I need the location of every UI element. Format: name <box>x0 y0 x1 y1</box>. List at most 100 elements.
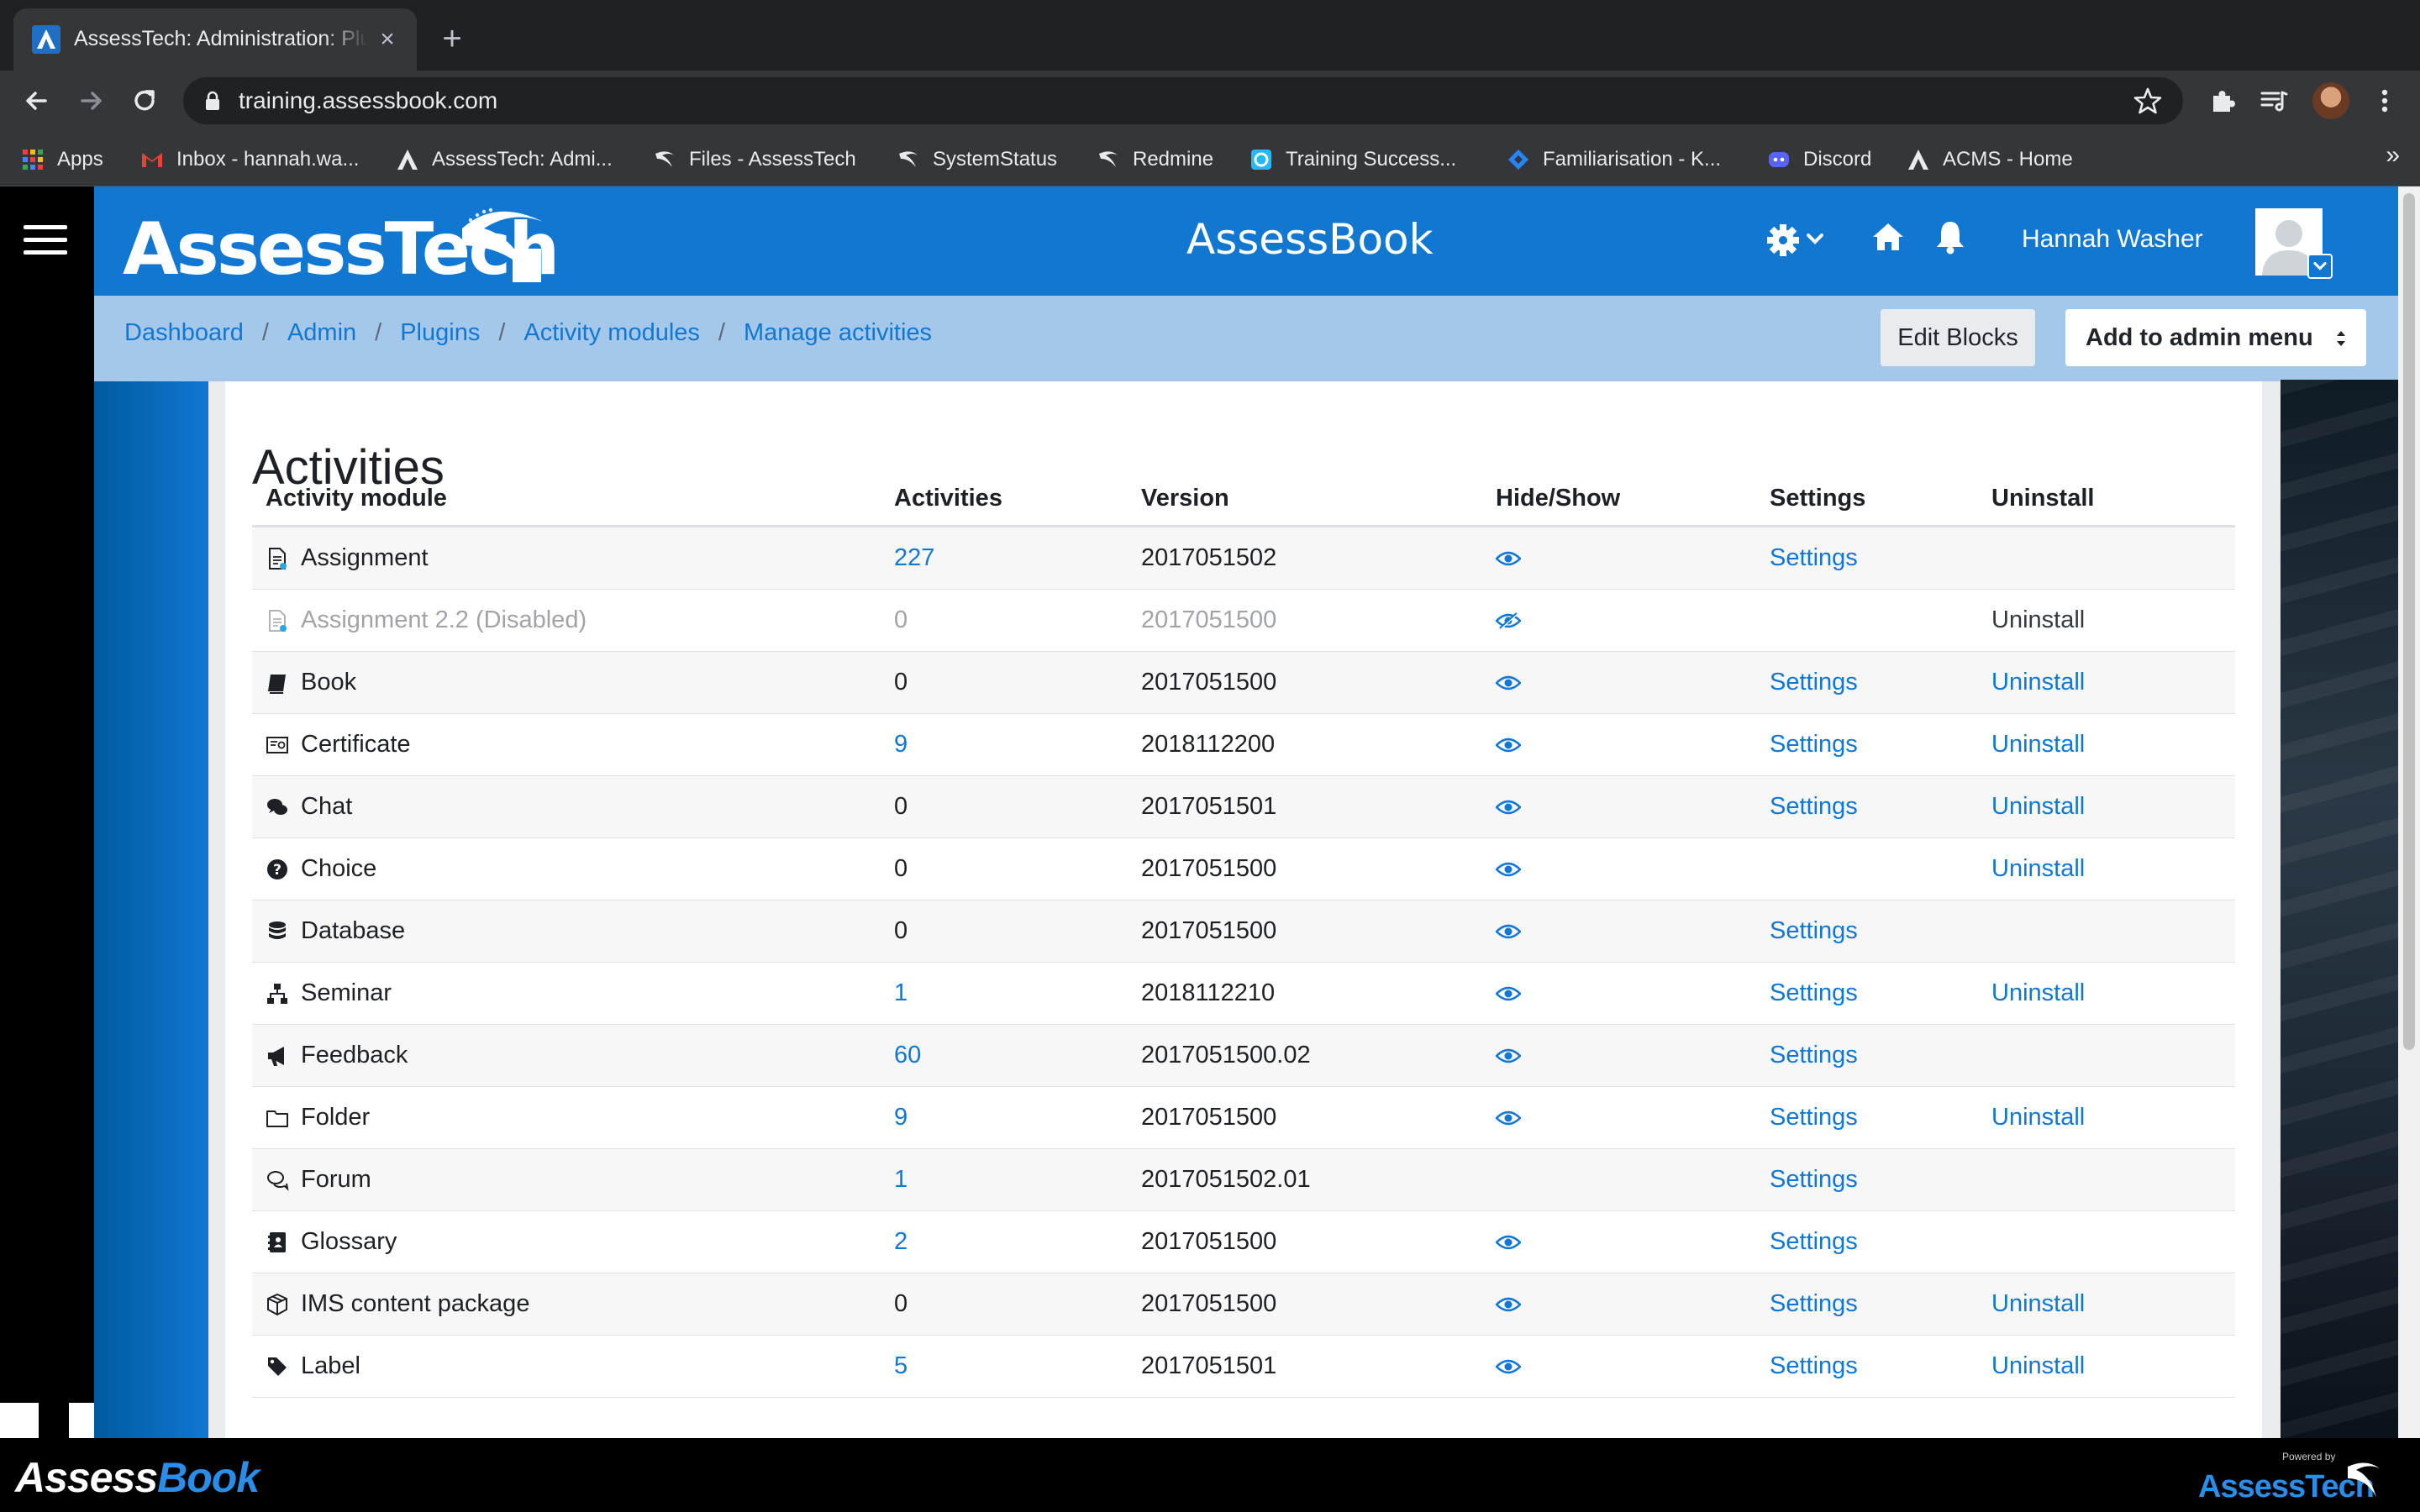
cell-settings: Settings <box>1770 1290 1991 1318</box>
eye-icon[interactable] <box>1496 1233 1521 1252</box>
settings-link[interactable]: Settings <box>1770 731 1858 758</box>
activity-count-link[interactable]: 60 <box>894 1042 921 1068</box>
browser-profile-avatar[interactable] <box>2312 82 2349 119</box>
bookmark-files[interactable]: Files - AssessTech <box>652 143 856 176</box>
browser-tab[interactable]: AssessTech: Administration: Plugins: Act… <box>13 8 417 71</box>
breadcrumb-dashboard[interactable]: Dashboard <box>124 319 244 347</box>
uninstall-link[interactable]: Uninstall <box>1991 793 2085 820</box>
settings-link[interactable]: Settings <box>1770 1042 1858 1068</box>
forward-arrow-icon[interactable] <box>74 84 108 118</box>
activity-count-link[interactable]: 9 <box>894 731 908 758</box>
new-tab-plus-icon[interactable]: + <box>434 20 471 57</box>
col-header-activities[interactable]: Activities <box>894 485 1141 512</box>
settings-link[interactable]: Settings <box>1770 793 1858 820</box>
uninstall-link[interactable]: Uninstall <box>1991 979 2085 1006</box>
settings-link[interactable]: Settings <box>1770 1104 1858 1131</box>
bookmark-training-success[interactable]: Training Success... <box>1249 143 1456 176</box>
bookmarks-bar: Apps Inbox - hannah.wa... AssessTech: Ad… <box>0 131 2420 186</box>
col-header-uninstall[interactable]: Uninstall <box>1991 485 2235 512</box>
uninstall-link[interactable]: Uninstall <box>1991 1352 2085 1379</box>
add-to-admin-menu-select[interactable]: Add to admin menu <box>2065 309 2366 366</box>
activity-count: 0 <box>894 917 908 944</box>
back-arrow-icon[interactable] <box>20 84 54 118</box>
breadcrumb-activity-modules[interactable]: Activity modules <box>523 319 700 347</box>
uninstall-link[interactable]: Uninstall <box>1991 1290 2085 1317</box>
settings-link[interactable]: Settings <box>1770 669 1858 696</box>
home-icon[interactable] <box>1870 220 1906 254</box>
edit-blocks-button[interactable]: Edit Blocks <box>1881 309 2035 366</box>
eye-icon[interactable] <box>1496 984 1521 1003</box>
breadcrumb-manage-activities[interactable]: Manage activities <box>744 319 932 347</box>
settings-link[interactable]: Settings <box>1770 917 1858 944</box>
settings-gear-dropdown-icon[interactable] <box>1766 222 1827 259</box>
bookmarks-overflow-chevron-icon[interactable]: » <box>2386 141 2400 170</box>
scrollbar-thumb[interactable] <box>2403 193 2415 1050</box>
eye-icon[interactable] <box>1496 798 1521 816</box>
bookmark-star-icon[interactable] <box>2131 84 2165 118</box>
hamburger-menu-icon[interactable] <box>24 225 67 259</box>
settings-link[interactable]: Settings <box>1770 1352 1858 1379</box>
col-header-activity-module[interactable]: Activity module <box>252 485 894 512</box>
database-icon <box>269 921 286 939</box>
address-bar[interactable]: training.assessbook.com <box>183 77 2183 124</box>
browser-menu-kebab-icon[interactable] <box>2368 84 2402 118</box>
assesstech-logo[interactable]: AssessTech <box>123 202 560 291</box>
eye-icon[interactable] <box>1496 736 1521 754</box>
address-url[interactable]: training.assessbook.com <box>239 87 497 114</box>
bookmark-assesstech-admin[interactable]: AssessTech: Admi... <box>395 143 613 176</box>
eye-icon[interactable] <box>1496 1047 1521 1065</box>
eye-icon[interactable] <box>1496 1295 1521 1314</box>
eye-icon[interactable] <box>1496 922 1521 941</box>
uninstall-link[interactable]: Uninstall <box>1991 731 2085 758</box>
eye-icon[interactable] <box>1496 860 1521 879</box>
settings-link[interactable]: Settings <box>1770 1228 1858 1255</box>
uninstall-link[interactable]: Uninstall <box>1991 855 2085 882</box>
bookmark-discord[interactable]: Discord <box>1766 143 1871 176</box>
user-name[interactable]: Hannah Washer <box>2022 225 2203 254</box>
bookmark-inbox[interactable]: Inbox - hannah.wa... <box>139 143 359 176</box>
cell-settings: Settings <box>1770 917 1991 945</box>
breadcrumb: Dashboard / Admin / Plugins / Activity m… <box>124 319 932 347</box>
bookmark-acms-home[interactable]: ACMS - Home <box>1906 143 2073 176</box>
settings-link[interactable]: Settings <box>1770 979 1858 1006</box>
content-card: Activities Activity module Activities Ve… <box>225 381 2262 1438</box>
col-header-settings[interactable]: Settings <box>1770 485 1991 512</box>
col-header-hide-show[interactable]: Hide/Show <box>1492 485 1770 512</box>
col-header-version[interactable]: Version <box>1141 485 1492 512</box>
media-queue-icon[interactable] <box>2257 84 2291 118</box>
bookmark-familiarisation[interactable]: Familiarisation - K... <box>1506 143 1721 176</box>
uninstall-link[interactable]: Uninstall <box>1991 1104 2085 1131</box>
settings-link[interactable]: Settings <box>1770 544 1858 571</box>
activity-count-link[interactable]: 1 <box>894 1166 908 1193</box>
uninstall-link[interactable]: Uninstall <box>1991 669 2085 696</box>
table-header-row: Activity module Activities Version Hide/… <box>252 472 2235 528</box>
eye-icon[interactable] <box>1496 1109 1521 1127</box>
bookmark-systemstatus[interactable]: SystemStatus <box>896 143 1057 176</box>
activity-count-link[interactable]: 9 <box>894 1104 908 1131</box>
tab-close-icon[interactable]: × <box>373 25 402 54</box>
bookmark-redmine[interactable]: Redmine <box>1096 143 1213 176</box>
eye-icon[interactable] <box>1496 674 1521 692</box>
extensions-puzzle-icon[interactable] <box>2207 84 2240 118</box>
activity-count-link[interactable]: 1 <box>894 979 908 1006</box>
breadcrumb-admin[interactable]: Admin <box>287 319 356 347</box>
uninstall-link[interactable]: Uninstall <box>1991 606 2085 633</box>
eye-icon[interactable] <box>1496 549 1521 568</box>
reload-icon[interactable] <box>128 84 161 118</box>
activity-count-link[interactable]: 5 <box>894 1352 908 1379</box>
table-row: Assignment 2.2 (Disabled) 0 2017051500 Unin… <box>252 590 2235 652</box>
page-scrollbar[interactable] <box>2398 186 2420 1438</box>
activity-count-link[interactable]: 227 <box>894 544 934 571</box>
user-menu-chevron-down-icon[interactable] <box>2307 254 2333 279</box>
settings-link[interactable]: Settings <box>1770 1290 1858 1317</box>
eye-slash-icon[interactable] <box>1496 612 1521 630</box>
settings-link[interactable]: Settings <box>1770 1166 1858 1193</box>
eye-icon[interactable] <box>1496 1357 1521 1376</box>
activity-count-link[interactable]: 2 <box>894 1228 908 1255</box>
bookmark-apps[interactable]: Apps <box>20 143 103 176</box>
table-row: ? Choice 0 2017051500 Uninstall <box>252 838 2235 900</box>
activity-count: 0 <box>894 606 908 633</box>
notification-bell-icon[interactable] <box>1934 218 1966 255</box>
cell-settings: Settings <box>1770 544 1991 572</box>
breadcrumb-plugins[interactable]: Plugins <box>400 319 480 347</box>
